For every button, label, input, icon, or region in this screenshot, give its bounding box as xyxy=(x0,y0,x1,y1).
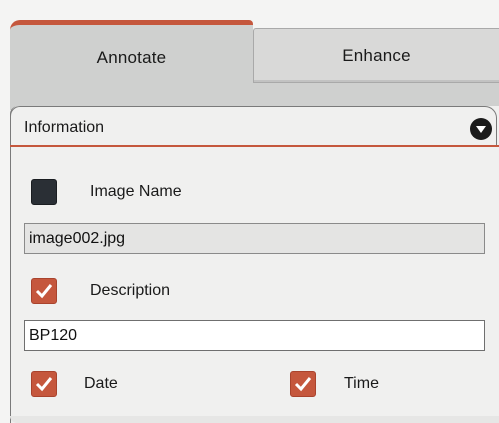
panel-bottom-edge xyxy=(10,416,499,423)
section-title: Information xyxy=(24,119,105,136)
annotate-panel: Annotate Enhance Information Image Name … xyxy=(0,0,499,423)
date-label: Date xyxy=(84,375,118,392)
tab-enhance[interactable]: Enhance xyxy=(253,28,499,83)
image-name-field[interactable] xyxy=(24,223,485,254)
tab-annotate[interactable]: Annotate xyxy=(10,20,253,90)
date-checkbox[interactable] xyxy=(31,371,57,397)
image-name-label: Image Name xyxy=(90,183,182,200)
tab-annotate-label: Annotate xyxy=(96,47,167,67)
description-checkbox[interactable] xyxy=(31,278,57,304)
description-field[interactable] xyxy=(24,320,485,351)
image-name-checkbox[interactable] xyxy=(31,179,57,205)
time-checkbox[interactable] xyxy=(290,371,316,397)
time-label: Time xyxy=(344,375,379,392)
chevron-down-circle-icon[interactable] xyxy=(470,118,492,140)
description-label: Description xyxy=(90,282,171,299)
tab-enhance-label: Enhance xyxy=(342,45,411,65)
section-divider xyxy=(10,145,499,147)
